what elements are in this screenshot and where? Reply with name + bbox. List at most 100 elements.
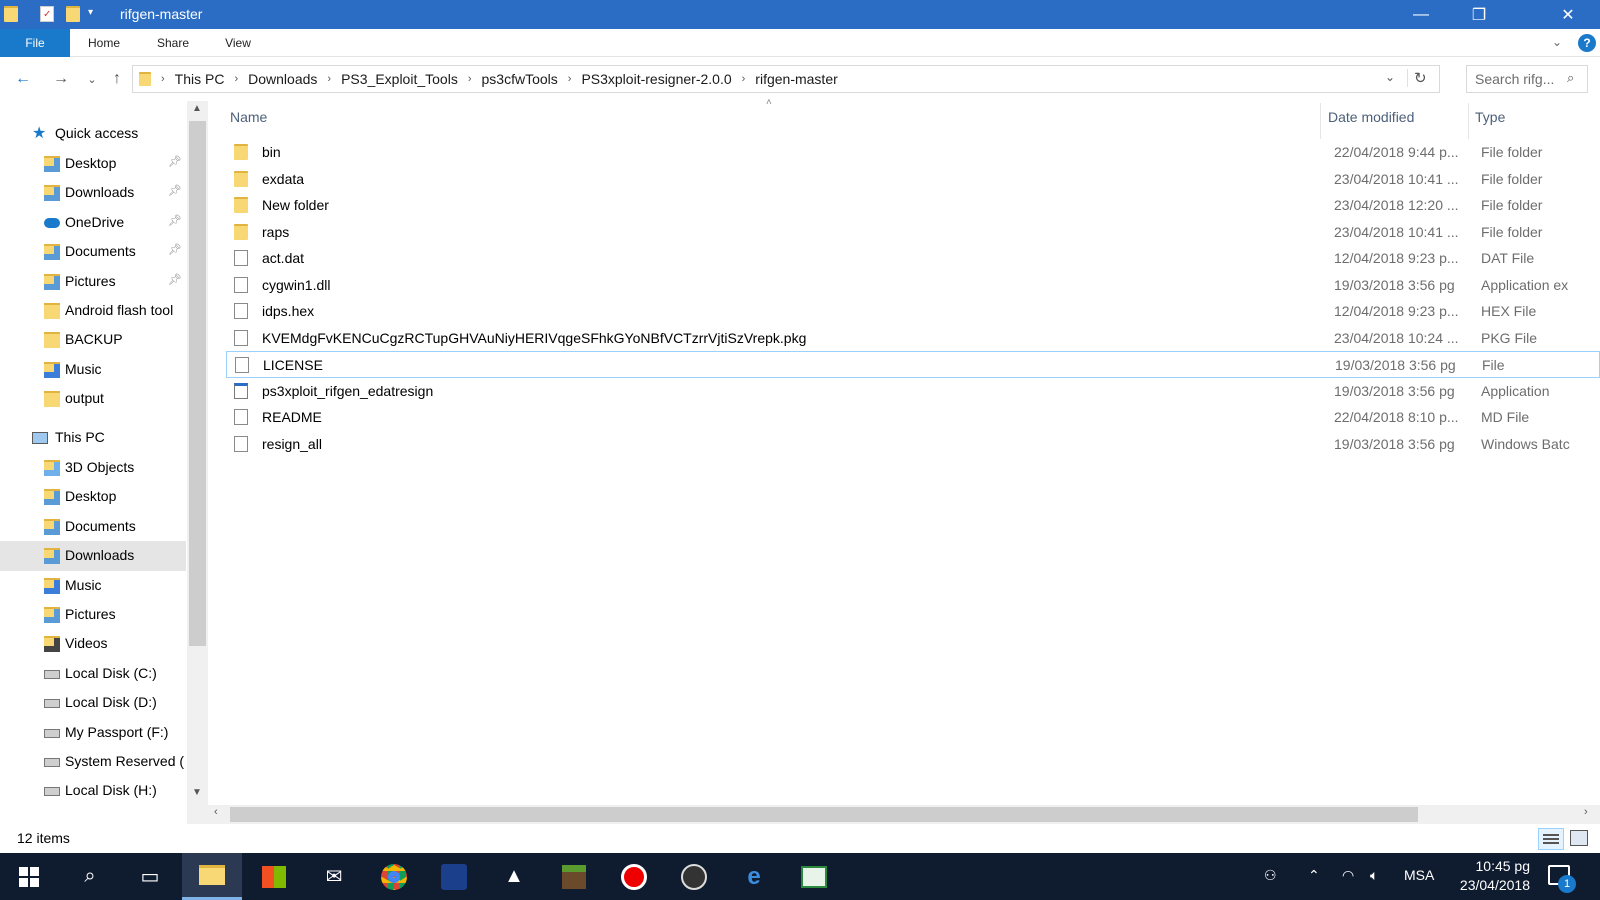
chrome-icon[interactable] — [364, 853, 424, 900]
pin-icon[interactable]: 📌︎ — [168, 155, 182, 168]
file-row[interactable]: raps 23/04/2018 10:41 ... File folder — [226, 219, 1600, 246]
sidebar-item-pc-my-passport-f-[interactable]: My Passport (F:) — [0, 718, 186, 748]
pin-icon[interactable]: 📌︎ — [168, 243, 182, 256]
breadcrumb-resigner[interactable]: PS3xploit-resigner-2.0.0 — [581, 71, 731, 87]
sidebar-item-desktop[interactable]: Desktop 📌︎ — [0, 149, 186, 179]
help-icon[interactable]: ? — [1578, 34, 1596, 52]
column-header-name[interactable]: Name — [230, 109, 267, 125]
chevron-right-icon[interactable]: › — [568, 73, 572, 85]
tab-file[interactable]: File — [0, 29, 70, 57]
sidebar-item-music[interactable]: Music — [0, 355, 186, 385]
chevron-right-icon[interactable]: › — [161, 73, 165, 85]
chevron-up-icon[interactable]: ⌃ — [1308, 867, 1320, 884]
customize-toolbar-icon[interactable]: ▾ — [88, 7, 93, 18]
sidebar-item-pc-local-disk-h-[interactable]: Local Disk (H:) — [0, 776, 186, 806]
edge-icon[interactable]: e — [724, 853, 784, 900]
refresh-icon[interactable]: ↻ — [1407, 69, 1427, 87]
breadcrumb-ps3cfwtools[interactable]: ps3cfwTools — [482, 71, 558, 87]
large-icons-view-icon[interactable] — [1570, 830, 1588, 846]
sidebar-item-pc-system-reserved-[interactable]: System Reserved ( — [0, 747, 186, 777]
address-bar[interactable]: › This PC › Downloads › PS3_Exploit_Tool… — [132, 65, 1440, 93]
file-row[interactable]: resign_all 19/03/2018 3:56 pg Windows Batc — [226, 431, 1600, 458]
recent-locations-chevron-icon[interactable]: ⌄ — [80, 67, 104, 91]
file-row[interactable]: bin 22/04/2018 9:44 p... File folder — [226, 139, 1600, 166]
obs-icon[interactable] — [664, 853, 724, 900]
sidebar-item-android-flash-tool[interactable]: Android flash tool — [0, 296, 186, 326]
chevron-right-icon[interactable]: › — [234, 73, 238, 85]
sidebar-item-pc-3d-objects[interactable]: 3D Objects — [0, 453, 186, 483]
file-explorer-icon[interactable] — [182, 853, 242, 900]
app-icon[interactable]: ▲ — [484, 853, 544, 900]
breadcrumb-this-pc[interactable]: This PC — [175, 71, 225, 87]
column-header-date[interactable]: Date modified — [1328, 109, 1414, 125]
restore-button[interactable]: ❐ — [1450, 0, 1508, 29]
sidebar-item-pc-local-disk-c-[interactable]: Local Disk (C:) — [0, 659, 186, 689]
sidebar-item-pc-music[interactable]: Music — [0, 571, 186, 601]
breadcrumb-rifgen-master[interactable]: rifgen-master — [755, 71, 837, 87]
file-list-horizontal-scrollbar[interactable]: ‹ › — [208, 805, 1600, 824]
windows-start-icon[interactable] — [0, 853, 58, 900]
sidebar-item-pictures[interactable]: Pictures 📌︎ — [0, 267, 186, 297]
minecraft-icon[interactable] — [544, 853, 604, 900]
sidebar-item-onedrive[interactable]: OneDrive 📌︎ — [0, 208, 186, 238]
chevron-right-icon[interactable]: › — [327, 73, 331, 85]
sidebar-scrollbar-thumb[interactable] — [189, 121, 206, 646]
back-arrow-icon[interactable]: ← — [11, 67, 35, 91]
close-button[interactable]: ✕ — [1539, 0, 1597, 29]
sidebar-this-pc[interactable]: This PC — [0, 423, 186, 453]
breadcrumb-ps3-exploit-tools[interactable]: PS3_Exploit_Tools — [341, 71, 458, 87]
sidebar-item-pc-documents[interactable]: Documents — [0, 512, 186, 542]
chevron-right-icon[interactable]: › — [468, 73, 472, 85]
file-row[interactable]: cygwin1.dll 19/03/2018 3:56 pg Application… — [226, 272, 1600, 299]
search-input[interactable]: Search rifg... ⌕ — [1466, 65, 1588, 93]
scroll-up-chevron-icon[interactable]: ▲ — [192, 103, 202, 114]
notification-center-icon[interactable]: 1 — [1548, 865, 1576, 893]
horizontal-scrollbar-thumb[interactable] — [230, 807, 1418, 822]
tab-view[interactable]: View — [216, 29, 260, 57]
address-dropdown-chevron-icon[interactable]: ⌄ — [1385, 70, 1395, 84]
file-row[interactable]: idps.hex 12/04/2018 9:23 p... HEX File — [226, 298, 1600, 325]
people-icon[interactable]: ⚇ — [1264, 867, 1277, 884]
sidebar-item-pc-pictures[interactable]: Pictures — [0, 600, 186, 630]
scroll-left-chevron-icon[interactable]: ‹ — [214, 806, 218, 818]
new-folder-icon[interactable] — [66, 6, 80, 22]
terminal-icon[interactable] — [784, 853, 844, 900]
tab-share[interactable]: Share — [146, 29, 200, 57]
search-icon[interactable]: ⌕ — [60, 853, 120, 900]
forward-arrow-icon[interactable]: → — [49, 67, 73, 91]
tab-home[interactable]: Home — [78, 29, 130, 57]
sidebar-quick-access[interactable]: ★ Quick access — [0, 119, 186, 149]
pin-icon[interactable]: 📌︎ — [168, 184, 182, 197]
wifi-icon[interactable]: ◠ — [1342, 867, 1354, 884]
expand-ribbon-icon[interactable]: ⌄ — [1552, 35, 1562, 49]
language-indicator[interactable]: MSA — [1404, 867, 1434, 883]
remote-app-icon[interactable] — [424, 853, 484, 900]
task-view-icon[interactable]: ▭ — [120, 853, 180, 900]
file-row[interactable]: ps3xploit_rifgen_edatresign 19/03/2018 3:… — [226, 378, 1600, 405]
scroll-down-chevron-icon[interactable]: ▼ — [192, 787, 202, 798]
volume-icon[interactable]: 🔈︎ — [1370, 867, 1378, 884]
sidebar-item-pc-videos[interactable]: Videos — [0, 629, 186, 659]
minimize-button[interactable]: — — [1392, 0, 1450, 29]
file-row[interactable]: LICENSE 19/03/2018 3:56 pg File — [226, 351, 1600, 378]
file-row[interactable]: act.dat 12/04/2018 9:23 p... DAT File — [226, 245, 1600, 272]
sidebar-item-output[interactable]: output — [0, 384, 186, 414]
sidebar-item-pc-local-disk-d-[interactable]: Local Disk (D:) — [0, 688, 186, 718]
column-header-type[interactable]: Type — [1475, 109, 1505, 125]
pin-icon[interactable]: 📌︎ — [168, 214, 182, 227]
file-row[interactable]: README 22/04/2018 8:10 p... MD File — [226, 404, 1600, 431]
store-icon[interactable] — [244, 853, 304, 900]
file-row[interactable]: exdata 23/04/2018 10:41 ... File folder — [226, 166, 1600, 193]
clock[interactable]: 10:45 pg 23/04/2018 — [1450, 857, 1530, 895]
up-arrow-icon[interactable]: ↑ — [105, 67, 129, 91]
scroll-right-chevron-icon[interactable]: › — [1584, 806, 1588, 818]
details-view-icon[interactable] — [1538, 828, 1564, 850]
sidebar-item-documents[interactable]: Documents 📌︎ — [0, 237, 186, 267]
mail-icon[interactable]: ✉ — [304, 853, 364, 900]
chevron-right-icon[interactable]: › — [742, 73, 746, 85]
file-row[interactable]: New folder 23/04/2018 12:20 ... File folde… — [226, 192, 1600, 219]
pin-icon[interactable]: 📌︎ — [168, 273, 182, 286]
sidebar-item-pc-downloads[interactable]: Downloads — [0, 541, 186, 572]
sidebar-item-downloads[interactable]: Downloads 📌︎ — [0, 178, 186, 208]
breadcrumb-downloads[interactable]: Downloads — [248, 71, 317, 87]
